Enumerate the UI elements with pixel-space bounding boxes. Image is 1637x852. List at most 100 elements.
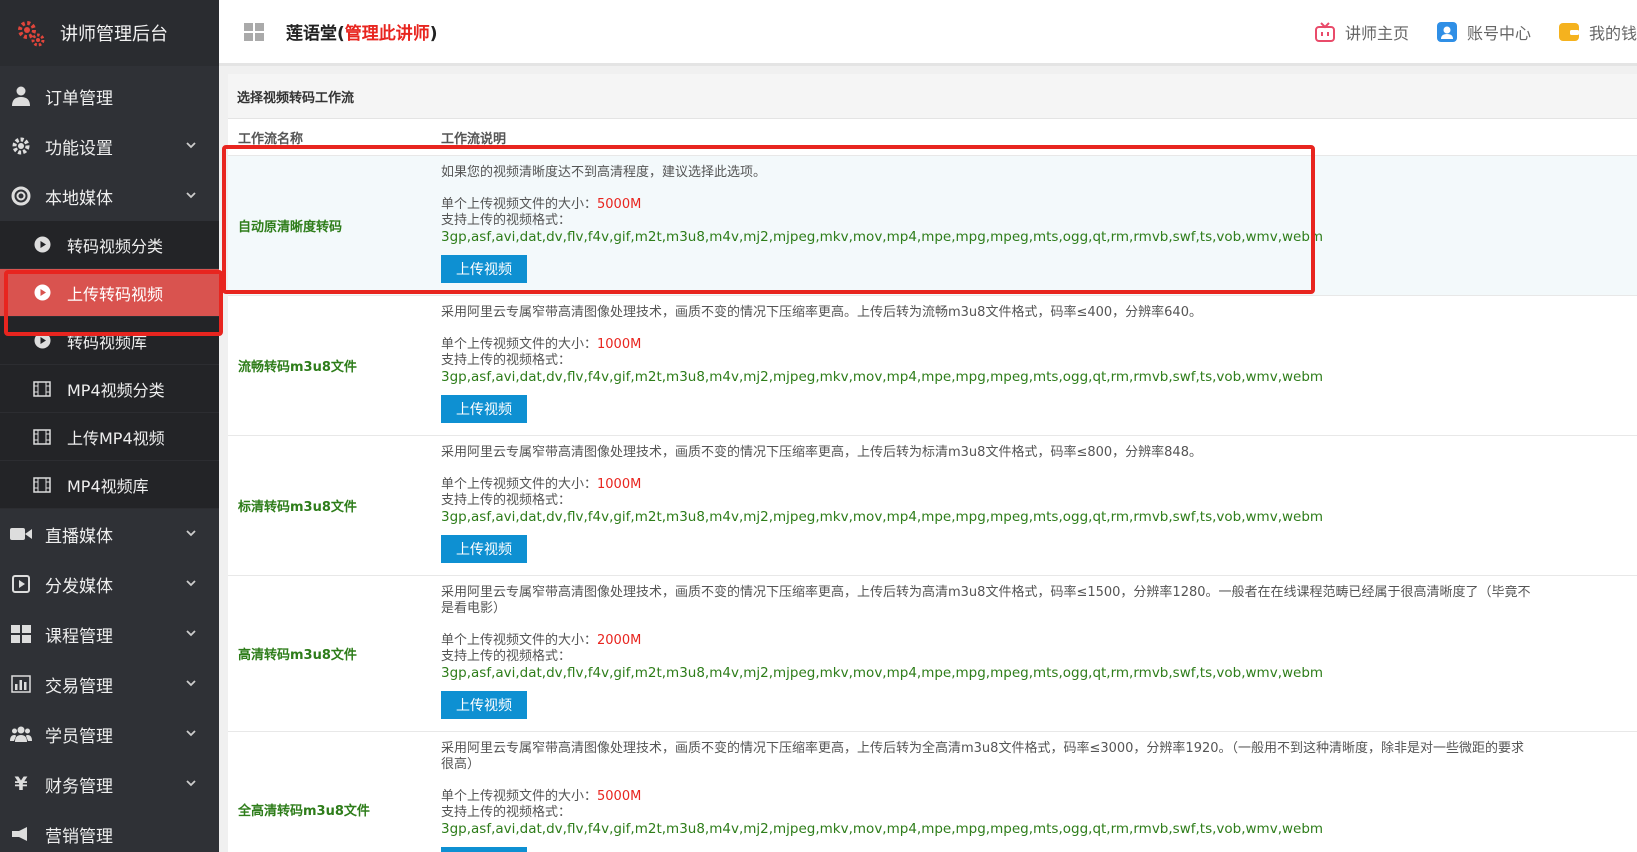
- manage-teacher-link[interactable]: 管理此讲师: [345, 24, 430, 44]
- workflow-row: 流畅转码m3u8文件 采用阿里云专属窄带高清图像处理技术，画质不变的情况下压缩率…: [228, 296, 1637, 436]
- header-links: 讲师主页 账号中心 我的钱: [1287, 0, 1637, 63]
- column-header-name: 工作流名称: [238, 131, 304, 147]
- formats-list: 3gp,asf,avi,dat,dv,flv,f4v,gif,m2t,m3u8,…: [441, 665, 1324, 681]
- formats-label: 支持上传的视频格式：: [441, 805, 572, 820]
- my-wallet-link[interactable]: 我的钱: [1558, 20, 1637, 44]
- menu-toggle-icon[interactable]: [244, 22, 264, 41]
- sidebar-item-label: 功能设置: [45, 138, 113, 159]
- size-line: 单个上传视频文件的大小：5000M: [441, 789, 1637, 805]
- upload-video-button[interactable]: 上传视频: [441, 691, 527, 719]
- size-label: 单个上传视频文件的大小：: [441, 789, 598, 804]
- size-label: 单个上传视频文件的大小：: [441, 633, 598, 648]
- brand-title: 讲师管理后台: [60, 24, 168, 45]
- film-icon: [33, 428, 51, 446]
- sidebar-item-label: 学员管理: [45, 726, 113, 747]
- column-header-desc: 工作流说明: [441, 131, 507, 147]
- workflow-intro: 采用阿里云专属窄带高清图像处理技术，画质不变的情况下压缩率更高，上传后转为标清m…: [441, 445, 1202, 460]
- size-line: 单个上传视频文件的大小：1000M: [441, 477, 1637, 493]
- sidebar-subitem-transcode-library[interactable]: 转码视频库: [0, 317, 219, 365]
- play-circle-icon: [33, 332, 51, 350]
- size-value: 1000M: [597, 477, 642, 492]
- chevron-down-icon: [186, 680, 196, 687]
- workflow-desc: 采用阿里云专属窄带高清图像处理技术，画质不变的情况下压缩率更高，上传后转为高清m…: [441, 576, 1637, 731]
- workflow-intro: 采用阿里云专属窄带高清图像处理技术，画质不变的情况下压缩率更高，上传后转为高清m…: [441, 585, 1531, 616]
- sidebar-item-label: 本地媒体: [45, 188, 113, 209]
- site-name: 莲语堂: [286, 24, 337, 44]
- sidebar-subitem-label: MP4视频分类: [67, 380, 165, 400]
- paren-close: ): [429, 24, 438, 44]
- sidebar-subitem-label: 转码视频分类: [67, 236, 164, 256]
- workflow-desc: 采用阿里云专属窄带高清图像处理技术，画质不变的情况下压缩率更高。上传后转为流畅m…: [441, 296, 1637, 435]
- chevron-down-icon: [186, 142, 196, 149]
- wallet-icon: [1558, 22, 1579, 41]
- chevron-down-icon: [186, 730, 196, 737]
- chevron-down-icon: [186, 530, 196, 537]
- size-value: 1000M: [597, 337, 642, 352]
- account-center-link[interactable]: 账号中心: [1436, 20, 1531, 44]
- film-icon: [33, 476, 51, 494]
- size-label: 单个上传视频文件的大小：: [441, 337, 598, 352]
- sidebar-item-local-media[interactable]: 本地媒体: [0, 171, 219, 221]
- sidebar: 讲师管理后台 订单管理 功能设置 本地媒体 转码视频分类 上传转码视频 转码视频…: [0, 0, 219, 852]
- size-value: 2000M: [597, 633, 642, 648]
- chevron-down-icon: [186, 780, 196, 787]
- workflow-row: 自动原清晰度转码 如果您的视频清晰度达不到高清程度，建议选择此选项。 单个上传视…: [228, 156, 1637, 296]
- upload-video-button[interactable]: 上传视频: [441, 535, 527, 563]
- sidebar-item-courses[interactable]: 课程管理: [0, 609, 219, 659]
- sidebar-subitem-label: 上传MP4视频: [67, 428, 165, 448]
- upload-video-button[interactable]: 上传视频: [441, 255, 527, 283]
- sidebar-subitem-upload-transcode[interactable]: 上传转码视频: [0, 269, 219, 317]
- site-title: 莲语堂(管理此讲师): [286, 19, 438, 44]
- size-value: 5000M: [597, 197, 642, 212]
- sidebar-item-students[interactable]: 学员管理: [0, 709, 219, 759]
- sidebar-subitem-mp4-library[interactable]: MP4视频库: [0, 461, 219, 509]
- workflow-name: 全高清转码m3u8文件: [238, 804, 370, 819]
- teacher-home-label: 讲师主页: [1344, 23, 1409, 43]
- sidebar-item-label: 财务管理: [45, 776, 113, 797]
- sidebar-item-marketing[interactable]: 营销管理: [0, 809, 219, 852]
- sidebar-item-trades[interactable]: 交易管理: [0, 659, 219, 709]
- size-label: 单个上传视频文件的大小：: [441, 197, 598, 212]
- workflow-intro: 如果您的视频清晰度达不到高清程度，建议选择此选项。: [441, 165, 767, 180]
- workflow-name: 自动原清晰度转码: [238, 220, 343, 235]
- sidebar-subitem-mp4-category[interactable]: MP4视频分类: [0, 365, 219, 413]
- my-wallet-label: 我的钱: [1588, 23, 1637, 43]
- megaphone-icon: [10, 823, 32, 845]
- sidebar-subitem-label: MP4视频库: [67, 476, 149, 496]
- workflow-intro: 采用阿里云专属窄带高清图像处理技术，画质不变的情况下压缩率更高。上传后转为流畅m…: [441, 305, 1202, 320]
- sidebar-item-live-media[interactable]: 直播媒体: [0, 509, 219, 559]
- size-line: 单个上传视频文件的大小：2000M: [441, 633, 1637, 649]
- workflow-desc: 采用阿里云专属窄带高清图像处理技术，画质不变的情况下压缩率更高，上传后转为全高清…: [441, 732, 1637, 852]
- upload-video-button[interactable]: 上传视频: [441, 847, 527, 852]
- account-center-label: 账号中心: [1466, 23, 1531, 43]
- workflow-desc: 采用阿里云专属窄带高清图像处理技术，画质不变的情况下压缩率更高，上传后转为标清m…: [441, 436, 1637, 575]
- formats-label: 支持上传的视频格式：: [441, 493, 572, 508]
- formats-list: 3gp,asf,avi,dat,dv,flv,f4v,gif,m2t,m3u8,…: [441, 509, 1324, 525]
- sidebar-item-label: 直播媒体: [45, 526, 113, 547]
- film-icon: [33, 380, 51, 398]
- sidebar-item-label: 营销管理: [45, 826, 113, 847]
- formats-list: 3gp,asf,avi,dat,dv,flv,f4v,gif,m2t,m3u8,…: [441, 821, 1324, 837]
- teacher-home-link[interactable]: 讲师主页: [1314, 20, 1409, 44]
- workflow-row: 高清转码m3u8文件 采用阿里云专属窄带高清图像处理技术，画质不变的情况下压缩率…: [228, 576, 1637, 732]
- lifebuoy-icon: [10, 185, 32, 207]
- sidebar-item-finance[interactable]: ¥ 财务管理: [0, 759, 219, 809]
- upload-video-button[interactable]: 上传视频: [441, 395, 527, 423]
- sidebar-item-settings[interactable]: 功能设置: [0, 121, 219, 171]
- workflow-name: 高清转码m3u8文件: [238, 648, 357, 663]
- sidebar-subitem-label: 转码视频库: [67, 332, 148, 352]
- workflow-name: 流畅转码m3u8文件: [238, 360, 357, 375]
- sidebar-item-label: 交易管理: [45, 676, 113, 697]
- formats-label: 支持上传的视频格式：: [441, 353, 572, 368]
- sidebar-item-distribution-media[interactable]: 分发媒体: [0, 559, 219, 609]
- tv-icon: [1314, 21, 1335, 42]
- users-icon: [10, 723, 32, 745]
- sidebar-item-orders[interactable]: 订单管理: [0, 71, 219, 121]
- gears-logo-icon: [18, 21, 45, 47]
- sidebar-subitem-transcode-category[interactable]: 转码视频分类: [0, 221, 219, 269]
- account-icon: [1436, 21, 1457, 42]
- top-header: 莲语堂(管理此讲师) 讲师主页 账号中心 我的钱: [219, 0, 1637, 66]
- panel-title: 选择视频转码工作流: [228, 74, 1637, 119]
- sidebar-subitem-upload-mp4[interactable]: 上传MP4视频: [0, 413, 219, 461]
- workflow-row: 标清转码m3u8文件 采用阿里云专属窄带高清图像处理技术，画质不变的情况下压缩率…: [228, 436, 1637, 576]
